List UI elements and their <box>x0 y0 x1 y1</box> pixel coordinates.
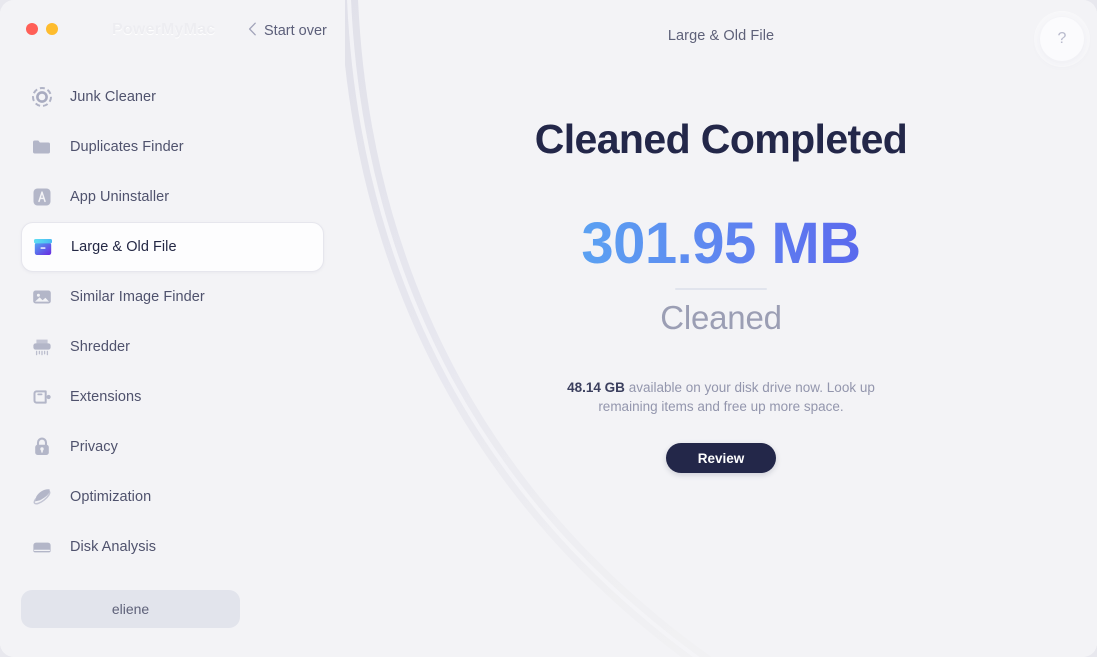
rocket-icon <box>30 485 54 509</box>
sidebar-item-disk-analysis[interactable]: Disk Analysis <box>21 522 324 572</box>
sidebar-item-junk-cleaner[interactable]: Junk Cleaner <box>21 72 324 122</box>
sidebar-nav: Junk Cleaner Duplicates Finder App Unins… <box>0 72 345 572</box>
user-account-label: eliene <box>111 601 150 617</box>
sidebar-item-duplicates-finder[interactable]: Duplicates Finder <box>21 122 324 172</box>
app-icon <box>30 185 54 209</box>
sidebar-item-label: Disk Analysis <box>70 539 157 555</box>
image-icon <box>30 285 54 309</box>
available-space-value: 48.14 GB <box>567 380 625 395</box>
box-icon <box>31 235 55 259</box>
sidebar-item-label: App Uninstaller <box>70 189 170 205</box>
titlebar: PowerMyMac Start over <box>0 0 345 64</box>
result-headline: Cleaned Completed <box>534 116 908 162</box>
cleaned-subtitle: Cleaned <box>660 299 782 336</box>
user-account-button[interactable]: eliene <box>21 590 240 628</box>
sidebar-item-label: Duplicates Finder <box>70 139 184 155</box>
result-description: 48.14 GB available on your disk drive no… <box>556 379 886 416</box>
chevron-left-icon <box>248 22 257 39</box>
cleaned-amount: 301.95 MB <box>345 207 1097 281</box>
clean-result-panel: Cleaned Completed 301.95 MB Cleaned 48.1… <box>345 0 1097 657</box>
minimize-window-button[interactable] <box>46 23 58 35</box>
review-button[interactable]: Review <box>666 443 776 473</box>
scan-target-icon <box>30 85 54 109</box>
lock-icon <box>30 435 54 459</box>
sidebar-item-label: Extensions <box>70 389 142 405</box>
sidebar-item-label: Similar Image Finder <box>70 289 205 305</box>
sidebar-item-label: Shredder <box>70 339 131 355</box>
divider <box>675 288 767 290</box>
sidebar-item-label: Large & Old File <box>71 239 177 255</box>
disk-icon <box>30 535 54 559</box>
sidebar-item-label: Optimization <box>70 489 152 505</box>
main-content: Large & Old File ? Cleaned Completed 301… <box>345 0 1097 657</box>
sidebar-item-label: Junk Cleaner <box>70 89 157 105</box>
available-space-text: available on your disk drive now. Look u… <box>598 380 875 414</box>
sidebar-item-label: Privacy <box>70 439 118 455</box>
app-window: PowerMyMac Start over Junk Cleaner Dupli… <box>0 0 1097 657</box>
sidebar-item-extensions[interactable]: Extensions <box>21 372 324 422</box>
start-over-label: Start over <box>264 22 327 39</box>
start-over-button[interactable]: Start over <box>248 22 327 39</box>
app-title: PowerMyMac <box>112 21 216 38</box>
traffic-lights <box>26 23 58 35</box>
plug-icon <box>30 385 54 409</box>
sidebar-item-shredder[interactable]: Shredder <box>21 322 324 372</box>
close-window-button[interactable] <box>26 23 38 35</box>
sidebar-item-privacy[interactable]: Privacy <box>21 422 324 472</box>
sidebar-item-app-uninstaller[interactable]: App Uninstaller <box>21 172 324 222</box>
sidebar-item-similar-image-finder[interactable]: Similar Image Finder <box>21 272 324 322</box>
sidebar-item-large-and-old-file[interactable]: Large & Old File <box>21 222 324 272</box>
shredder-icon <box>30 335 54 359</box>
folder-icon <box>30 135 54 159</box>
sidebar-item-optimization[interactable]: Optimization <box>21 472 324 522</box>
sidebar: PowerMyMac Start over Junk Cleaner Dupli… <box>0 0 345 657</box>
